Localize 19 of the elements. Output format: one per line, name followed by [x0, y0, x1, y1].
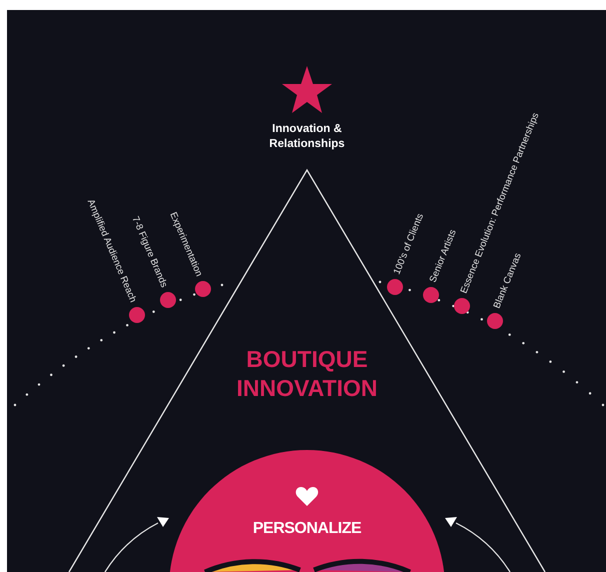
right-label: Senior Artists — [428, 228, 459, 284]
bullet-dot — [454, 298, 470, 314]
right-label: 100's of Clients — [392, 212, 426, 276]
bullet-dot — [195, 281, 211, 297]
curved-arrow — [445, 517, 510, 572]
apex-title: Relationships — [269, 138, 345, 150]
section-heading: INNOVATION — [236, 375, 378, 401]
apex-title: Innovation & — [272, 123, 342, 135]
section-heading: BOUTIQUE — [246, 346, 368, 372]
bullet-dot — [487, 313, 503, 329]
bullet-dot — [423, 287, 439, 303]
curved-arrow — [104, 517, 169, 572]
heart-icon — [296, 487, 318, 506]
bullet-dot — [129, 307, 145, 323]
circle-label: PERSONALIZE — [252, 520, 362, 537]
bullet-dot — [160, 292, 176, 308]
left-label: 7-8 Figure Brands — [130, 214, 170, 290]
bullet-dot — [387, 279, 403, 295]
star-icon — [282, 66, 332, 113]
